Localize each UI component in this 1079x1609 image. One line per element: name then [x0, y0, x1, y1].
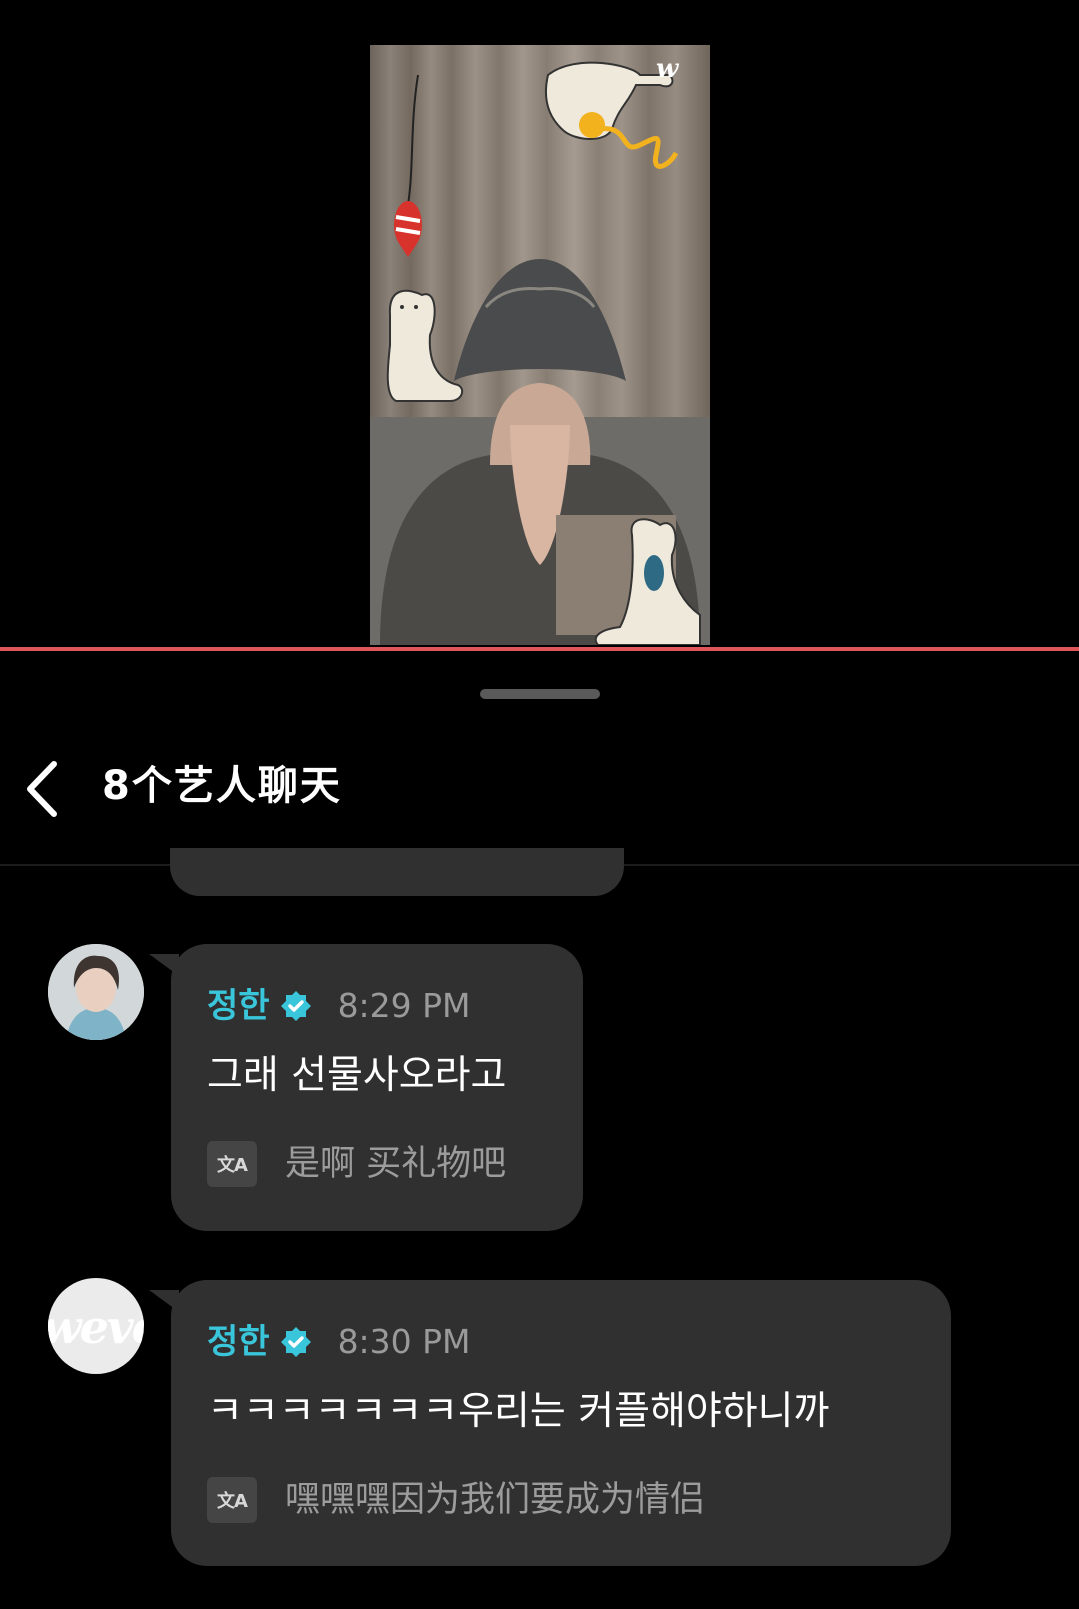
message-meta: 정한 8:30 PM: [207, 1320, 471, 1364]
message-text: 그래 선물사오라고: [207, 1053, 507, 1098]
live-video-frame[interactable]: w: [370, 45, 710, 645]
sender-name[interactable]: 정한: [207, 1320, 270, 1364]
cat-left-sticker: [386, 289, 464, 402]
message-translation: 文A 是啊 买礼物吧: [207, 1138, 506, 1190]
avatar-photo: [48, 944, 144, 1040]
weverse-logo: weve: [48, 1300, 144, 1354]
chat-header: 8个艺人聊天: [0, 730, 1079, 864]
avatar[interactable]: weve: [48, 1278, 144, 1374]
fish-toy-sticker: [394, 201, 422, 257]
chevron-left-icon[interactable]: [14, 754, 70, 824]
toy-string: [407, 74, 419, 206]
page-title: 8个艺人聊天: [102, 763, 342, 809]
message-bubble[interactable]: 정한 8:30 PM ㅋㅋㅋㅋㅋㅋㅋ우리는 커플해야하니까 文A 嘿嘿嘿因为我们…: [149, 1280, 951, 1566]
message-text: ㅋㅋㅋㅋㅋㅋㅋ우리는 커플해야하니까: [207, 1389, 830, 1434]
stream-progress-line: [0, 647, 1079, 651]
translation-text: 嘿嘿嘿因为我们要成为情侣: [285, 1480, 706, 1520]
message-bubble[interactable]: 정한 8:29 PM 그래 선물사오라고 文A 是啊 买礼物吧: [149, 944, 583, 1231]
verified-badge-icon: [280, 991, 311, 1021]
previous-message-bubble[interactable]: [170, 848, 624, 896]
verified-badge-icon: [280, 1327, 311, 1357]
video-stream-image: w: [370, 54, 710, 645]
translation-text: 是啊 买礼物吧: [285, 1144, 507, 1184]
sheet-drag-handle[interactable]: [480, 689, 600, 699]
message-time: 8:29 PM: [337, 986, 471, 1025]
message-meta: 정한 8:29 PM: [207, 984, 471, 1028]
message-time: 8:30 PM: [337, 1322, 471, 1361]
translate-icon[interactable]: 文A: [207, 1477, 257, 1523]
translate-icon[interactable]: 文A: [207, 1141, 257, 1187]
live-video-area[interactable]: w: [0, 0, 1079, 647]
sender-name[interactable]: 정한: [207, 984, 270, 1028]
avatar[interactable]: [48, 944, 144, 1040]
message-translation: 文A 嘿嘿嘿因为我们要成为情侣: [207, 1474, 705, 1526]
cat-yarn-sticker: w: [544, 54, 680, 169]
stream-watermark: w: [656, 54, 680, 84]
